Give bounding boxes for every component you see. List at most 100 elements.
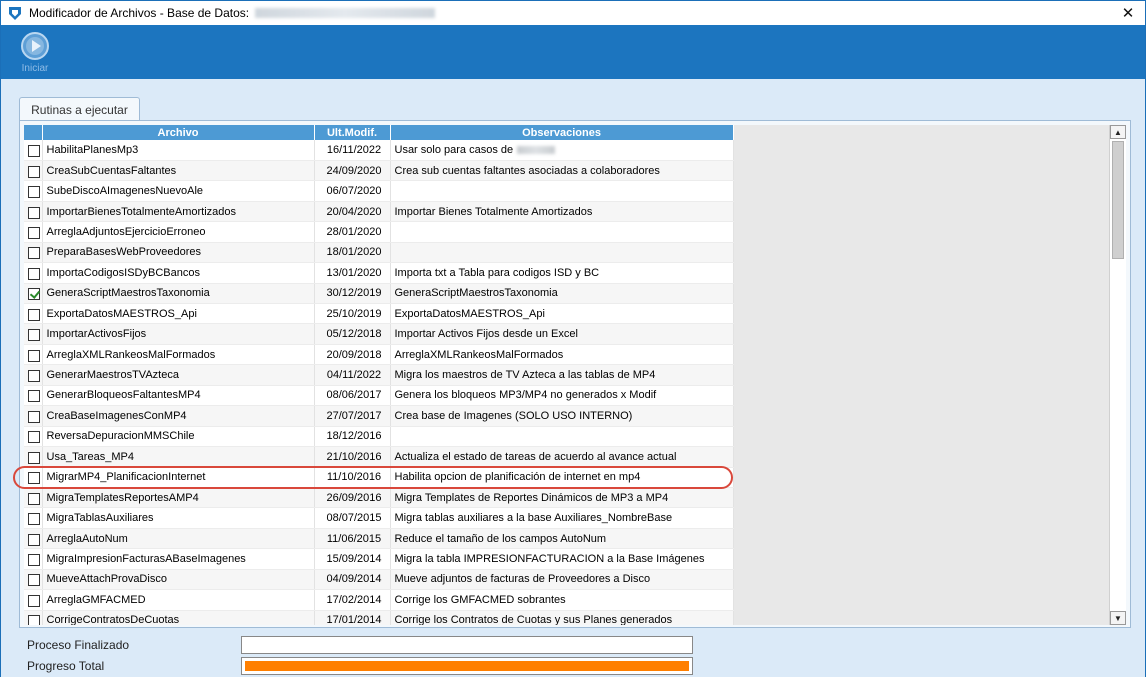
cell-ult-modif: 18/01/2020 [314, 242, 391, 264]
row-checkbox[interactable] [28, 267, 40, 280]
cell-observaciones: Migra los maestros de TV Azteca a las ta… [390, 364, 734, 386]
row-checkbox[interactable] [28, 308, 40, 321]
row-checkbox[interactable] [28, 165, 40, 178]
cell-ult-modif: 26/09/2016 [314, 487, 391, 509]
row-checkbox[interactable] [28, 492, 40, 505]
vertical-scrollbar[interactable]: ▲ ▼ [1109, 125, 1126, 625]
cell-observaciones: GeneraScriptMaestrosTaxonomia [390, 283, 734, 305]
start-button[interactable]: Iniciar [13, 31, 57, 75]
cell-ult-modif: 21/10/2016 [314, 446, 391, 468]
progreso-progress-bar [241, 657, 693, 675]
row-checkbox-cell [24, 323, 43, 345]
cell-archivo: ImportaCodigosISDyBCBancos [42, 262, 315, 284]
row-checkbox[interactable] [28, 533, 40, 546]
grid-area: Archivo Ult.Modif. Observaciones Habilit… [24, 125, 1126, 625]
scroll-up-icon[interactable]: ▲ [1110, 125, 1126, 139]
tab-rutinas[interactable]: Rutinas a ejecutar [19, 97, 140, 121]
cell-observaciones: Habilita opcion de planificación de inte… [390, 467, 734, 488]
progreso-progress-fill [245, 661, 689, 671]
row-checkbox[interactable] [28, 288, 40, 301]
scroll-down-icon[interactable]: ▼ [1110, 611, 1126, 625]
proceso-progress-bar [241, 636, 693, 654]
cell-archivo: CreaBaseImagenesConMP4 [42, 405, 315, 427]
row-checkbox[interactable] [28, 513, 40, 526]
row-checkbox[interactable] [28, 574, 40, 587]
row-checkbox[interactable] [28, 472, 40, 485]
row-checkbox[interactable] [28, 370, 40, 383]
row-checkbox[interactable] [28, 410, 40, 423]
toolbar: Iniciar [1, 25, 1145, 79]
rutinas-table: Archivo Ult.Modif. Observaciones Habilit… [24, 125, 734, 625]
cell-ult-modif: 17/02/2014 [314, 589, 391, 611]
table-row[interactable]: MigraTemplatesReportesAMP4 26/09/2016 Migr… [24, 487, 734, 509]
cell-archivo: MueveAttachProvaDisco [42, 569, 315, 591]
scroll-thumb[interactable] [1112, 141, 1124, 259]
row-checkbox[interactable] [28, 431, 40, 444]
table-row[interactable]: CreaBaseImagenesConMP4 27/07/2017 Crea bas… [24, 405, 734, 427]
row-checkbox-cell [24, 610, 43, 625]
table-row[interactable]: ImportaCodigosISDyBCBancos 13/01/2020 Impo… [24, 262, 734, 284]
table-row[interactable]: CreaSubCuentasFaltantes 24/09/2020 Crea su… [24, 160, 734, 182]
row-checkbox[interactable] [28, 349, 40, 362]
table-row[interactable]: MigrarMP4_PlanificacionInternet 11/10/201… [24, 467, 734, 488]
row-checkbox[interactable] [28, 329, 40, 342]
row-checkbox[interactable] [28, 247, 40, 260]
row-checkbox-cell [24, 364, 43, 386]
row-checkbox-cell [24, 446, 43, 468]
table-row[interactable]: ArreglaXMLRankeosMalFormados 20/09/2018 Ar… [24, 344, 734, 366]
table-row[interactable]: CorrigeContratosDeCuotas 17/01/2014 Corrig… [24, 610, 734, 625]
row-checkbox[interactable] [28, 206, 40, 219]
table-row[interactable]: ArreglaAdjuntosEjercicioErroneo 28/01/202… [24, 221, 734, 243]
cell-archivo: MigraTablasAuxiliares [42, 507, 315, 529]
row-checkbox-cell [24, 426, 43, 448]
header-observaciones[interactable]: Observaciones [390, 125, 734, 140]
cell-observaciones: Importar Activos Fijos desde un Excel [390, 323, 734, 345]
row-checkbox-cell [24, 201, 43, 223]
row-checkbox[interactable] [28, 451, 40, 464]
cell-archivo: MigraTemplatesReportesAMP4 [42, 487, 315, 509]
row-checkbox[interactable] [28, 615, 40, 625]
close-button[interactable]: ✕ [1111, 1, 1145, 25]
table-row[interactable]: PreparaBasesWebProveedores 18/01/2020 [24, 242, 734, 264]
table-row[interactable]: ExportaDatosMAESTROS_Api 25/10/2019 Export… [24, 303, 734, 325]
proceso-label: Proceso Finalizado [27, 638, 130, 652]
table-row[interactable]: SubeDiscoAImagenesNuevoAle 06/07/2020 [24, 180, 734, 202]
table-row[interactable]: ImportarActivosFijos 05/12/2018 Importar A… [24, 323, 734, 345]
table-row[interactable]: ArreglaGMFACMED 17/02/2014 Corrige los GMF… [24, 589, 734, 611]
row-checkbox[interactable] [28, 594, 40, 607]
cell-ult-modif: 18/12/2016 [314, 426, 391, 448]
row-checkbox-cell [24, 528, 43, 550]
row-checkbox[interactable] [28, 553, 40, 566]
cell-archivo: ExportaDatosMAESTROS_Api [42, 303, 315, 325]
cell-ult-modif: 20/09/2018 [314, 344, 391, 366]
table-row[interactable]: ReversaDepuracionMMSChile 18/12/2016 [24, 426, 734, 448]
row-checkbox[interactable] [28, 186, 40, 199]
cell-observaciones [390, 180, 734, 202]
row-checkbox[interactable] [28, 390, 40, 403]
row-checkbox[interactable] [28, 144, 40, 157]
app-window: Modificador de Archivos - Base de Datos:… [0, 0, 1146, 677]
table-row[interactable]: ImportarBienesTotalmenteAmortizados 20/04… [24, 201, 734, 223]
header-ult-modif[interactable]: Ult.Modif. [314, 125, 391, 140]
table-row[interactable]: GenerarBloqueosFaltantesMP4 08/06/2017 Gen… [24, 385, 734, 407]
table-row[interactable]: GenerarMaestrosTVAzteca 04/11/2022 Migra l… [24, 364, 734, 386]
cell-ult-modif: 27/07/2017 [314, 405, 391, 427]
header-archivo[interactable]: Archivo [42, 125, 315, 140]
table-row[interactable]: MigraTablasAuxiliares 08/07/2015 Migra tab… [24, 507, 734, 529]
table-row[interactable]: GeneraScriptMaestrosTaxonomia 30/12/2019 G… [24, 283, 734, 305]
row-checkbox-cell [24, 385, 43, 407]
row-checkbox-cell [24, 283, 43, 305]
cell-ult-modif: 04/09/2014 [314, 569, 391, 591]
cell-observaciones: Corrige los GMFACMED sobrantes [390, 589, 734, 611]
table-row[interactable]: ArreglaAutoNum 11/06/2015 Reduce el tamaño… [24, 528, 734, 550]
table-row[interactable]: MigraImpresionFacturasABaseImagenes 15/09… [24, 548, 734, 570]
cell-observaciones-text: Usar solo para casos de [394, 143, 514, 156]
table-row[interactable]: Usa_Tareas_MP4 21/10/2016 Actualiza el est… [24, 446, 734, 468]
table-row[interactable]: HabilitaPlanesMp3 16/11/2022 Usar solo par… [24, 140, 734, 161]
table-row[interactable]: MueveAttachProvaDisco 04/09/2014 Mueve adj… [24, 569, 734, 591]
app-logo-icon [9, 7, 21, 20]
cell-archivo: CorrigeContratosDeCuotas [42, 610, 315, 625]
row-checkbox[interactable] [28, 226, 40, 239]
header-checkbox [24, 125, 43, 140]
row-checkbox-cell [24, 262, 43, 284]
